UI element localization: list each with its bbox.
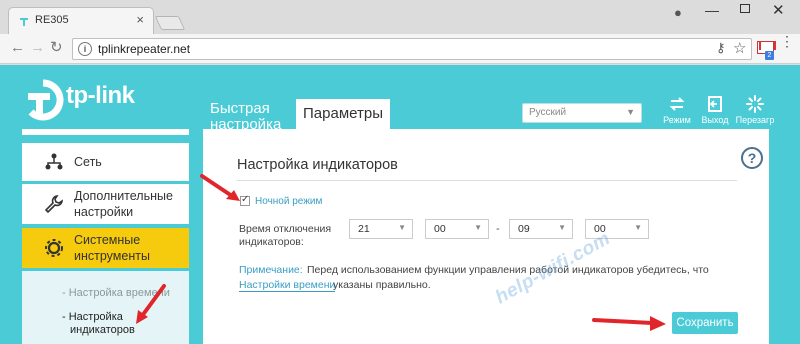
end-hour-select[interactable]: 09 ▼: [509, 219, 573, 239]
maximize-window-icon[interactable]: [740, 4, 750, 13]
browser-tab[interactable]: RE305 ×: [8, 7, 154, 34]
language-value: Русский: [529, 107, 567, 118]
sidebar-item-network[interactable]: Сеть: [22, 143, 189, 181]
tab-close-icon[interactable]: ×: [136, 12, 144, 27]
time-separator: -: [496, 223, 500, 235]
chevron-down-icon: ▼: [626, 107, 635, 117]
network-icon: [45, 153, 63, 170]
logout-icon: [708, 96, 722, 112]
reboot-icon: [746, 95, 764, 113]
save-button[interactable]: Сохранить: [672, 312, 738, 334]
start-minute-value: 00: [434, 223, 446, 235]
new-tab-button[interactable]: [154, 16, 186, 30]
gear-icon: [45, 239, 63, 257]
start-hour-select[interactable]: 21 ▼: [349, 219, 413, 239]
sidebar-item-network-label: Сеть: [74, 155, 102, 169]
end-hour-value: 09: [518, 223, 530, 235]
section-title: Настройка индикаторов: [237, 157, 398, 173]
logo-text: tp-link: [66, 82, 135, 109]
wrench-icon: [44, 195, 63, 214]
tab-title: RE305: [35, 14, 69, 26]
submenu-led-line1: - Настройка: [62, 311, 123, 323]
note-text: Перед использованием функции управления …: [307, 264, 709, 276]
sidebar-item-advanced-line1: Дополнительные: [74, 189, 173, 203]
page-body: Сеть Дополнительные настройки Системные …: [0, 129, 800, 344]
sidebar-top-strip: [22, 129, 189, 135]
browser-tab-bar: RE305 × ● — ✕: [0, 0, 800, 34]
extension-badge: 2: [765, 51, 774, 60]
off-time-label-line1: Время отключения: [239, 223, 332, 235]
section-divider: [237, 180, 737, 181]
chevron-down-icon: ▼: [474, 223, 482, 232]
time-settings-link[interactable]: Настройки времени: [239, 279, 336, 292]
router-header: tp-link Быстрая настройка Параметры Русс…: [0, 65, 800, 133]
url-text[interactable]: tplinkrepeater.net: [98, 42, 190, 56]
chevron-down-icon: ▼: [558, 223, 566, 232]
browser-menu-icon[interactable]: ⋮: [780, 34, 794, 48]
off-time-label: Время отключения индикаторов:: [239, 223, 331, 249]
tplink-favicon-icon: [20, 18, 28, 26]
reboot-button[interactable]: Перезагр: [732, 95, 778, 125]
reload-icon[interactable]: ↻: [50, 38, 63, 56]
start-minute-select[interactable]: 00 ▼: [425, 219, 489, 239]
browser-toolbar: ← → ↻ i tplinkrepeater.net ⚷ ☆ 2 ⋮: [0, 34, 800, 64]
off-time-label-line2: индикаторов:: [239, 236, 304, 248]
sidebar-item-system-line1: Системные: [74, 233, 141, 247]
start-hour-value: 21: [358, 223, 370, 235]
minimize-window-icon[interactable]: —: [705, 2, 719, 18]
night-mode-label[interactable]: Ночной режим: [255, 196, 322, 207]
annotation-arrow-save-icon: [592, 316, 666, 331]
close-window-icon[interactable]: ✕: [772, 1, 785, 19]
submenu-led-settings[interactable]: - Настройка индикаторов: [62, 311, 135, 337]
annotation-arrow-checkbox-icon: [200, 174, 240, 201]
tab-parameters[interactable]: Параметры: [296, 99, 390, 129]
chevron-down-icon: ▼: [634, 223, 642, 232]
address-bar[interactable]: i tplinkrepeater.net ⚷ ☆: [72, 38, 752, 60]
tplink-logo-icon: [28, 79, 64, 121]
tab-quick-setup-line1: Быстрая: [210, 100, 270, 117]
main-content-panel: Настройка индикаторов ? Ночной режим Вре…: [203, 129, 769, 344]
forward-icon[interactable]: →: [30, 39, 45, 56]
key-icon[interactable]: ⚷: [716, 40, 726, 56]
note-label: Примечание:: [239, 264, 303, 276]
sidebar-item-advanced[interactable]: Дополнительные настройки: [22, 184, 189, 224]
chevron-down-icon: ▼: [398, 223, 406, 232]
help-icon[interactable]: ?: [741, 147, 763, 169]
language-select[interactable]: Русский ▼: [522, 103, 642, 123]
mode-icon: [669, 97, 685, 111]
back-icon[interactable]: ←: [10, 39, 25, 56]
note-text-end: указаны правильно.: [333, 279, 431, 291]
site-info-icon[interactable]: i: [78, 42, 92, 56]
reboot-label: Перезагр: [735, 115, 775, 125]
sidebar-item-advanced-line2: настройки: [74, 205, 134, 219]
bookmark-star-icon[interactable]: ☆: [733, 39, 746, 57]
submenu-led-line2: индикаторов: [70, 324, 135, 336]
user-profile-icon[interactable]: ●: [674, 5, 682, 20]
sidebar-item-system-line2: инструменты: [74, 249, 150, 263]
sidebar-item-system-tools[interactable]: Системные инструменты: [22, 228, 189, 268]
annotation-arrow-submenu-icon: [136, 284, 166, 324]
